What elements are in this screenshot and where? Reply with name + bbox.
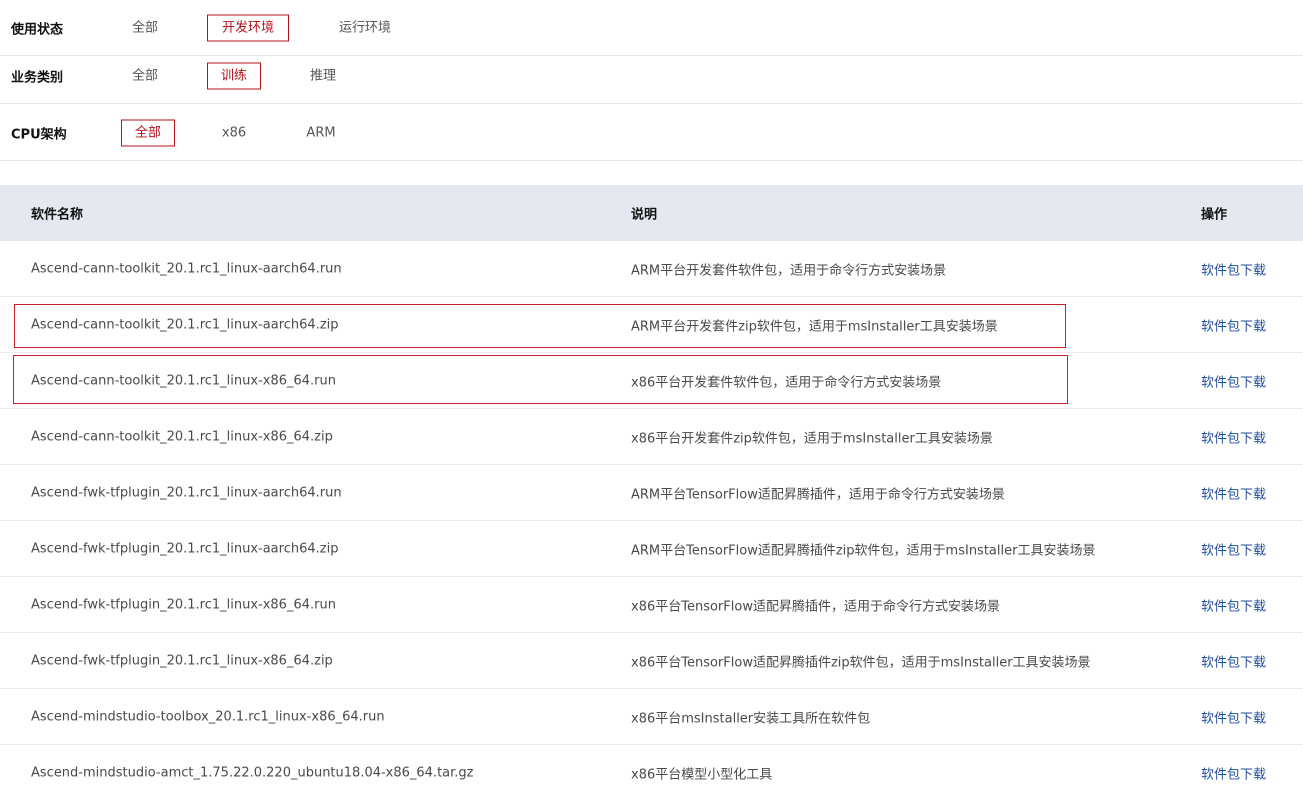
software-name: Ascend-fwk-tfplugin_20.1.rc1_linux-aarch… <box>31 485 342 500</box>
download-link[interactable]: 软件包下载 <box>1201 315 1266 334</box>
software-name: Ascend-mindstudio-amct_1.75.22.0.220_ubu… <box>31 765 474 781</box>
software-description: ARM平台开发套件软件包，适用于命令行方式安装场景 <box>631 263 947 278</box>
filter-option-dev-env[interactable]: 开发环境 <box>207 14 289 41</box>
download-link[interactable]: 软件包下载 <box>1201 371 1266 390</box>
software-name: Ascend-cann-toolkit_20.1.rc1_linux-x86_6… <box>31 373 337 388</box>
filter-option-all[interactable]: 全部 <box>121 119 175 146</box>
filter-label: CPU架构 <box>11 127 67 142</box>
software-name: Ascend-fwk-tfplugin_20.1.rc1_linux-aarch… <box>31 541 339 556</box>
download-link[interactable]: 软件包下载 <box>1201 707 1266 726</box>
software-description: ARM平台TensorFlow适配昇腾插件，适用于命令行方式安装场景 <box>631 487 1005 502</box>
software-description: x86平台TensorFlow适配昇腾插件zip软件包，适用于msInstall… <box>631 655 1091 670</box>
software-description: x86平台msInstaller安装工具所在软件包 <box>631 711 871 726</box>
table-row: Ascend-fwk-tfplugin_20.1.rc1_linux-aarch… <box>0 521 1303 577</box>
software-description: x86平台开发套件软件包，适用于命令行方式安装场景 <box>631 375 942 390</box>
download-link[interactable]: 软件包下载 <box>1201 427 1266 446</box>
filter-option-arm[interactable]: ARM <box>294 119 348 146</box>
column-header-name: 软件名称 <box>31 207 84 223</box>
software-name: Ascend-cann-toolkit_20.1.rc1_linux-x86_6… <box>31 429 333 444</box>
software-description: x86平台TensorFlow适配昇腾插件，适用于命令行方式安装场景 <box>631 599 1000 614</box>
filter-label: 业务类别 <box>11 70 64 85</box>
download-link[interactable]: 软件包下载 <box>1201 764 1266 783</box>
software-name: Ascend-cann-toolkit_20.1.rc1_linux-aarch… <box>31 317 339 332</box>
download-link[interactable]: 软件包下载 <box>1201 539 1266 558</box>
table-row: Ascend-cann-toolkit_20.1.rc1_linux-x86_6… <box>0 409 1303 465</box>
filter-option-all[interactable]: 全部 <box>118 14 172 41</box>
table-row: Ascend-cann-toolkit_20.1.rc1_linux-x86_6… <box>0 353 1303 409</box>
download-link[interactable]: 软件包下载 <box>1201 651 1266 670</box>
filter-option-runtime-env[interactable]: 运行环境 <box>324 14 406 41</box>
download-link[interactable]: 软件包下载 <box>1201 483 1266 502</box>
filter-option-all[interactable]: 全部 <box>118 62 172 89</box>
table-row: Ascend-cann-toolkit_20.1.rc1_linux-aarch… <box>0 241 1303 297</box>
software-description: x86平台模型小型化工具 <box>631 767 773 783</box>
filter-row-cpu-arch: CPU架构 全部 x86 ARM <box>0 105 1303 161</box>
filter-row-business-type: 业务类别 全部 训练 推理 <box>0 48 1303 104</box>
download-link[interactable]: 软件包下载 <box>1201 595 1266 614</box>
table-row: Ascend-cann-toolkit_20.1.rc1_linux-aarch… <box>0 297 1303 353</box>
table-row: Ascend-mindstudio-toolbox_20.1.rc1_linux… <box>0 689 1303 745</box>
table-row: Ascend-mindstudio-amct_1.75.22.0.220_ubu… <box>0 745 1303 788</box>
software-description: x86平台开发套件zip软件包，适用于msInstaller工具安装场景 <box>631 431 993 446</box>
table-row: Ascend-fwk-tfplugin_20.1.rc1_linux-x86_6… <box>0 633 1303 689</box>
filter-option-training[interactable]: 训练 <box>207 62 261 89</box>
software-description: ARM平台TensorFlow适配昇腾插件zip软件包，适用于msInstall… <box>631 543 1096 558</box>
software-name: Ascend-fwk-tfplugin_20.1.rc1_linux-x86_6… <box>31 653 333 668</box>
download-link[interactable]: 软件包下载 <box>1201 259 1266 278</box>
filter-option-x86[interactable]: x86 <box>207 119 261 146</box>
filter-label: 使用状态 <box>11 22 64 37</box>
table-row: Ascend-fwk-tfplugin_20.1.rc1_linux-aarch… <box>0 465 1303 521</box>
table-header: 软件名称 说明 操作 <box>0 185 1303 241</box>
column-header-action: 操作 <box>1201 207 1228 223</box>
column-header-description: 说明 <box>631 207 658 223</box>
table-row: Ascend-fwk-tfplugin_20.1.rc1_linux-x86_6… <box>0 577 1303 633</box>
software-name: Ascend-mindstudio-toolbox_20.1.rc1_linux… <box>31 709 385 724</box>
filter-option-inference[interactable]: 推理 <box>296 62 350 89</box>
software-name: Ascend-cann-toolkit_20.1.rc1_linux-aarch… <box>31 261 342 276</box>
software-name: Ascend-fwk-tfplugin_20.1.rc1_linux-x86_6… <box>31 597 336 612</box>
software-description: ARM平台开发套件zip软件包，适用于msInstaller工具安装场景 <box>631 319 998 334</box>
